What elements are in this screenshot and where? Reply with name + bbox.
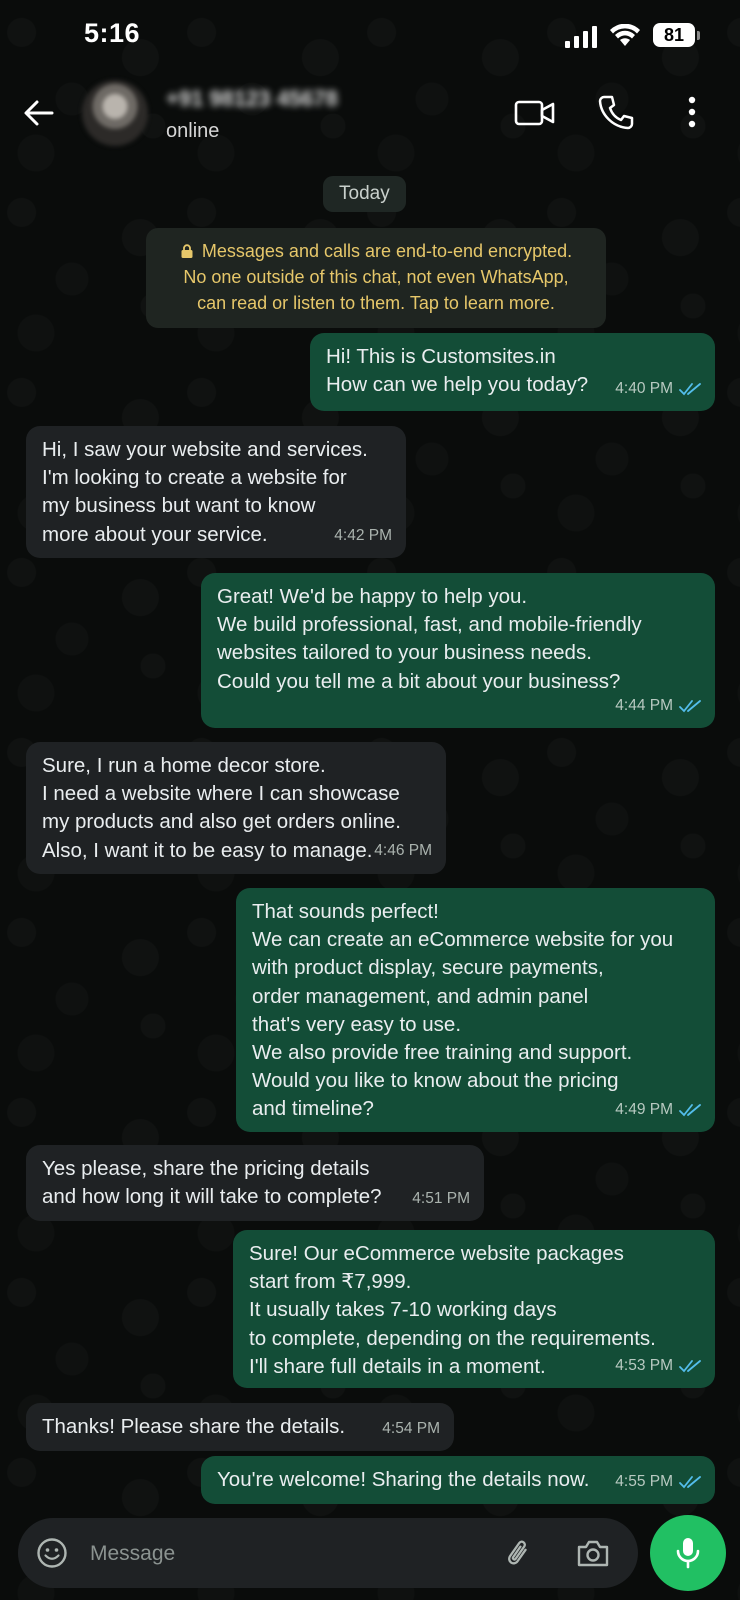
message-bubble-incoming[interactable]: Thanks! Please share the details. 4:54 P… <box>26 1403 454 1451</box>
contact-status: online <box>166 120 220 142</box>
message-meta: 4:51 PM <box>412 1185 470 1213</box>
message-text: Great! We'd be happy to help you. We bui… <box>217 585 642 693</box>
message-meta: 4:54 PM <box>382 1415 440 1443</box>
message-bubble-outgoing[interactable]: You're welcome! Sharing the details now.… <box>201 1456 715 1504</box>
message-input[interactable] <box>88 1532 492 1576</box>
message-text: Sure, I run a home decor store. I need a… <box>42 754 401 862</box>
video-call-icon[interactable] <box>514 96 556 130</box>
message-bubble-outgoing[interactable]: That sounds perfect! We can create an eC… <box>236 888 715 1132</box>
message-time: 4:44 PM <box>615 696 673 714</box>
message-meta: 4:53 PM <box>615 1352 701 1380</box>
message-time: 4:53 PM <box>615 1356 673 1374</box>
message-text: Thanks! Please share the details. <box>42 1415 346 1438</box>
message-time: 4:51 PM <box>412 1189 470 1207</box>
message-bubble-outgoing[interactable]: Great! We'd be happy to help you. We bui… <box>201 573 715 728</box>
battery-indicator: 81 <box>653 23 695 47</box>
lock-icon <box>181 244 193 258</box>
mic-icon <box>676 1538 700 1569</box>
message-time: 4:55 PM <box>615 1472 673 1490</box>
message-meta: 4:46 PM <box>374 837 432 865</box>
emoji-icon[interactable] <box>36 1537 68 1569</box>
encryption-notice[interactable]: Messages and calls are end-to-end encryp… <box>146 228 606 328</box>
read-ticks-icon <box>679 699 701 713</box>
signal-icon <box>565 26 597 48</box>
camera-icon[interactable] <box>576 1538 610 1568</box>
message-meta: 4:44 PM <box>615 692 701 720</box>
more-vert-icon[interactable] <box>680 94 704 130</box>
phone-icon[interactable] <box>598 94 634 130</box>
back-arrow-icon[interactable] <box>22 96 56 130</box>
battery-level: 81 <box>663 24 685 45</box>
chat-header: +91 98123 45678 online <box>0 72 740 158</box>
message-bubble-outgoing[interactable]: Hi! This is Customsites.in How can we he… <box>310 333 715 411</box>
read-ticks-icon <box>679 1359 701 1373</box>
message-bubble-incoming[interactable]: Sure, I run a home decor store. I need a… <box>26 742 446 874</box>
voice-message-button[interactable] <box>650 1515 726 1591</box>
status-time: 5:16 <box>84 18 141 48</box>
message-time: 4:40 PM <box>615 379 673 397</box>
status-bar: 5:16 81 <box>0 0 740 72</box>
message-text: Yes please, share the pricing details an… <box>42 1157 382 1209</box>
message-text: That sounds perfect! We can create an eC… <box>252 900 674 1121</box>
message-meta: 4:49 PM <box>615 1096 701 1124</box>
message-time: 4:49 PM <box>615 1100 673 1118</box>
battery-nub <box>697 31 700 40</box>
message-meta: 4:40 PM <box>615 375 701 403</box>
date-chip: Today <box>323 176 406 212</box>
message-compose-bar <box>18 1518 638 1588</box>
message-meta: 4:42 PM <box>334 522 392 550</box>
contact-name[interactable]: +91 98123 45678 <box>166 86 338 112</box>
read-ticks-icon <box>679 382 701 396</box>
message-bubble-incoming[interactable]: Hi, I saw your website and services. I'm… <box>26 426 406 558</box>
message-time: 4:54 PM <box>382 1419 440 1437</box>
chat-screen: 5:16 81 +91 98123 45678 online Today Mes… <box>0 0 740 1600</box>
contact-avatar[interactable] <box>82 80 148 146</box>
message-meta: 4:55 PM <box>615 1468 701 1496</box>
message-bubble-outgoing[interactable]: Sure! Our eCommerce website packages sta… <box>233 1230 715 1388</box>
message-time: 4:42 PM <box>334 526 392 544</box>
read-ticks-icon <box>679 1103 701 1117</box>
attach-icon[interactable] <box>504 1537 534 1569</box>
wifi-icon <box>610 24 640 46</box>
encryption-notice-text: Messages and calls are end-to-end encryp… <box>183 241 573 313</box>
message-bubble-incoming[interactable]: Yes please, share the pricing details an… <box>26 1145 484 1221</box>
read-ticks-icon <box>679 1475 701 1489</box>
message-time: 4:46 PM <box>374 841 432 859</box>
